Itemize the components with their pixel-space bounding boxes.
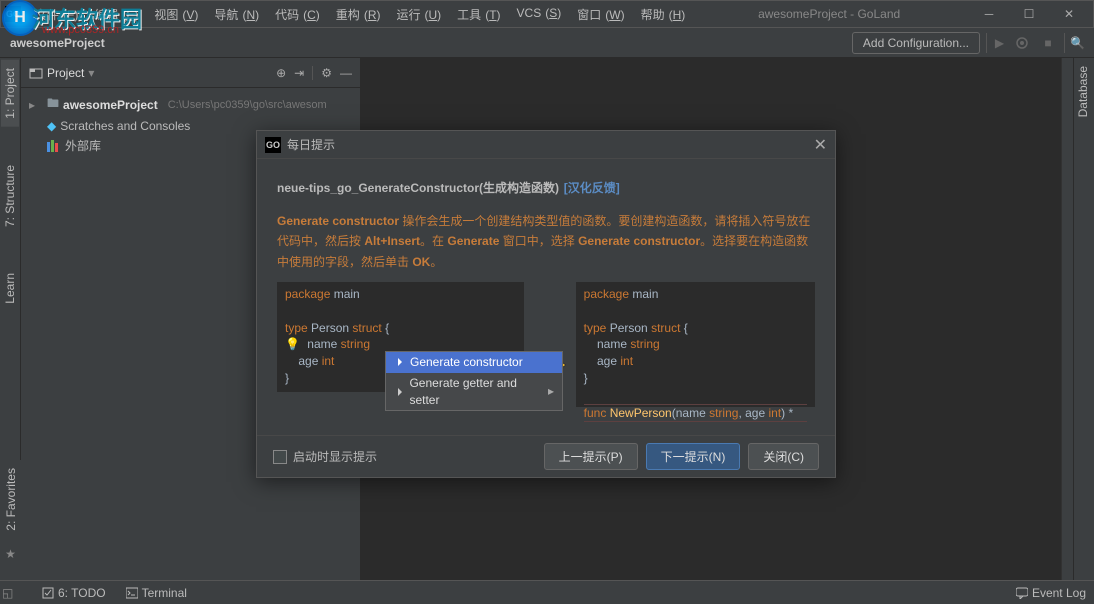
project-panel-title[interactable]: Project ▾: [29, 66, 94, 80]
dialog-close-button[interactable]: ✕: [814, 135, 827, 155]
menu-vcs[interactable]: VCS(S): [509, 6, 566, 23]
getset-icon: [394, 387, 405, 397]
search-icon[interactable]: 🔍: [1064, 33, 1084, 53]
run-icon[interactable]: ▶: [986, 33, 1006, 53]
watermark-domain: www.pc0359.cn: [42, 24, 119, 36]
chevron-right-icon: ▸: [29, 98, 43, 112]
editor-scrollbar[interactable]: [1061, 58, 1073, 580]
minimize-button[interactable]: ─: [969, 0, 1009, 28]
tip-of-day-dialog: GO 每日提示 ✕ neue-tips_go_GenerateConstruct…: [256, 130, 836, 478]
code-after: package main type Person struct { name s…: [576, 282, 815, 407]
prev-tip-button[interactable]: 上一提示(P): [544, 443, 638, 470]
target-icon[interactable]: ⊕: [276, 66, 286, 80]
checklist-icon: [42, 587, 54, 599]
menu-generate-getset[interactable]: Generate getter and setter ▸: [386, 373, 562, 411]
menu-view[interactable]: 视图(V): [146, 6, 202, 23]
menu-refactor[interactable]: 重构(R): [328, 6, 385, 23]
tree-root[interactable]: ▸ 🖿 awesomeProject C:\Users\pc0359\go\sr…: [21, 92, 360, 117]
tab-learn[interactable]: Learn: [1, 265, 19, 312]
scratches-icon: ◆: [47, 119, 56, 133]
menu-window[interactable]: 窗口(W): [569, 6, 628, 23]
breadcrumb-root[interactable]: awesomeProject: [10, 36, 105, 50]
todo-button[interactable]: 6: TODO: [42, 586, 106, 600]
window-title: awesomeProject - GoLand: [689, 7, 969, 21]
code-before: package main type Person struct { 💡 name…: [277, 282, 524, 392]
corner-icon[interactable]: ◱: [2, 586, 18, 602]
dialog-title: 每日提示: [287, 136, 335, 153]
hide-icon[interactable]: —: [340, 66, 352, 80]
show-on-startup-checkbox[interactable]: 启动时显示提示: [273, 448, 377, 465]
stop-icon[interactable]: ■: [1038, 33, 1058, 53]
collapse-icon[interactable]: ⇥: [294, 66, 304, 80]
chat-icon: [1016, 587, 1028, 599]
tip-heading: neue-tips_go_GenerateConstructor(生成构造函数)…: [277, 175, 815, 199]
tip-description: Generate constructor 操作会生成一个创建结构类型值的函数。要…: [277, 211, 815, 272]
terminal-button[interactable]: Terminal: [126, 586, 187, 600]
maximize-button[interactable]: ☐: [1009, 0, 1049, 28]
menu-tools[interactable]: 工具(T): [449, 6, 504, 23]
close-button[interactable]: 关闭(C): [748, 443, 819, 470]
gear-icon[interactable]: ⚙: [321, 66, 332, 80]
terminal-icon: [126, 587, 138, 599]
watermark: H 河东软件园 www.pc0359.cn: [2, 0, 142, 36]
menu-code[interactable]: 代码(C): [267, 6, 324, 23]
tab-structure[interactable]: 7: Structure: [1, 157, 19, 235]
constructor-icon: [394, 357, 406, 367]
bulb-icon: 💡: [285, 337, 300, 351]
project-icon: [29, 66, 43, 80]
right-tool-gutter: Database: [1073, 58, 1094, 580]
titlebar: GO 文件(F) 编辑(E) 视图(V) 导航(N) 代码(C) 重构(R) 运…: [0, 0, 1094, 28]
generate-menu: Generate constructor Generate getter and…: [385, 351, 563, 411]
debug-icon[interactable]: [1012, 33, 1032, 53]
bottombar: ◱ 6: TODO Terminal Event Log: [0, 580, 1094, 604]
checkbox-box: [273, 450, 287, 464]
menu-run[interactable]: 运行(U): [388, 6, 445, 23]
feedback-link[interactable]: [汉化反馈]: [564, 181, 620, 195]
checkbox-label: 启动时显示提示: [293, 448, 377, 465]
tab-favorites[interactable]: 2: Favorites: [2, 460, 20, 539]
tab-project[interactable]: 1: Project: [1, 60, 19, 127]
library-icon: [47, 140, 61, 152]
next-tip-button[interactable]: 下一提示(N): [646, 443, 741, 470]
app-icon: GO: [265, 137, 281, 153]
chevron-right-icon: ▸: [548, 383, 554, 400]
close-window-button[interactable]: ✕: [1049, 0, 1089, 28]
folder-icon: 🖿: [47, 94, 59, 115]
menu-navigate[interactable]: 导航(N): [206, 6, 263, 23]
menu-help[interactable]: 帮助(H): [633, 6, 690, 23]
tab-database[interactable]: Database: [1074, 58, 1092, 125]
star-icon[interactable]: ★: [5, 547, 16, 561]
toolbar: awesomeProject Add Configuration... ▶ ■ …: [0, 28, 1094, 58]
add-configuration-button[interactable]: Add Configuration...: [852, 32, 980, 54]
event-log-button[interactable]: Event Log: [1016, 586, 1086, 600]
menu-generate-constructor[interactable]: Generate constructor: [386, 352, 562, 373]
